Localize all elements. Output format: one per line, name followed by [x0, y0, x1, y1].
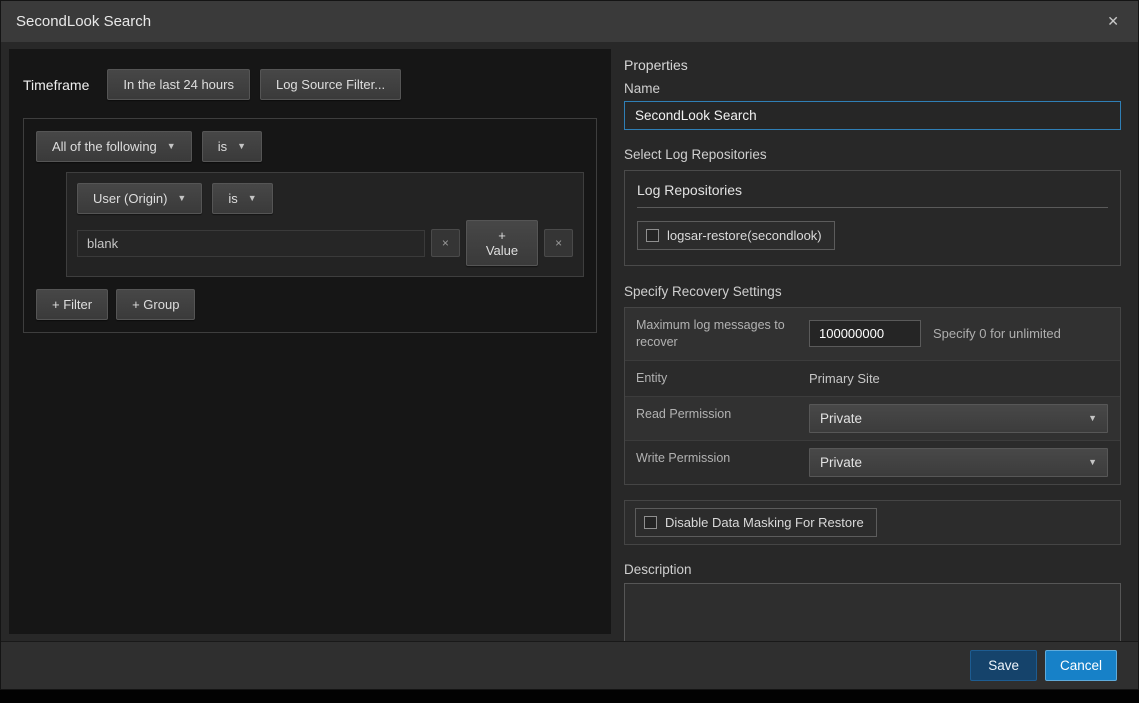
timeframe-label: Timeframe — [23, 77, 89, 93]
disable-data-masking-label: Disable Data Masking For Restore — [665, 515, 864, 530]
close-icon[interactable]: ✕ — [1103, 11, 1123, 32]
description-label: Description — [624, 562, 1121, 577]
checkbox-icon[interactable] — [644, 516, 657, 529]
filter-condition-dropdown[interactable]: is ▼ — [212, 183, 272, 214]
max-messages-row: Maximum log messages to recover Specify … — [625, 308, 1120, 361]
entity-row: Entity Primary Site — [625, 361, 1120, 397]
group-operator-dropdown[interactable]: All of the following ▼ — [36, 131, 192, 162]
dialog-title: SecondLook Search — [16, 13, 151, 30]
repository-checkbox-item[interactable]: logsar-restore(secondlook) — [637, 221, 835, 250]
disable-data-masking-checkbox-item[interactable]: Disable Data Masking For Restore — [635, 508, 877, 537]
timeframe-row: Timeframe In the last 24 hours Log Sourc… — [23, 69, 597, 100]
filter-condition-label: is — [228, 191, 237, 206]
log-repositories-box: Log Repositories logsar-restore(secondlo… — [624, 170, 1121, 266]
name-input[interactable] — [624, 101, 1121, 130]
repository-item-label: logsar-restore(secondlook) — [667, 228, 822, 243]
add-value-button[interactable]: + Value — [466, 220, 538, 266]
write-permission-row: Write Permission Private ▼ — [625, 441, 1120, 484]
group-operator-label: All of the following — [52, 139, 157, 154]
filter-field-dropdown[interactable]: User (Origin) ▼ — [77, 183, 202, 214]
secondlook-search-dialog: SecondLook Search ✕ Timeframe In the las… — [0, 0, 1139, 690]
chevron-down-icon: ▼ — [248, 194, 257, 203]
name-label: Name — [624, 81, 1121, 96]
filter-value-row: × + Value × — [77, 220, 573, 266]
read-permission-label: Read Permission — [625, 397, 797, 440]
select-repositories-label: Select Log Repositories — [624, 147, 1121, 162]
chevron-down-icon: ▼ — [1088, 458, 1097, 467]
checkbox-icon[interactable] — [646, 229, 659, 242]
chevron-down-icon: ▼ — [167, 142, 176, 151]
recovery-settings-label: Specify Recovery Settings — [624, 284, 1121, 299]
chevron-down-icon: ▼ — [237, 142, 246, 151]
write-permission-value: Private — [820, 455, 862, 470]
remove-value-button[interactable]: × — [431, 229, 460, 257]
query-builder-panel: Timeframe In the last 24 hours Log Sourc… — [9, 49, 611, 634]
group-condition-label: is — [218, 139, 227, 154]
group-condition-dropdown[interactable]: is ▼ — [202, 131, 262, 162]
footer-bar: Save Cancel — [1, 641, 1138, 689]
read-permission-dropdown[interactable]: Private ▼ — [809, 404, 1108, 433]
write-permission-label: Write Permission — [625, 441, 797, 484]
timeframe-button[interactable]: In the last 24 hours — [107, 69, 250, 100]
add-group-button[interactable]: + Group — [116, 289, 195, 320]
filter-field-label: User (Origin) — [93, 191, 167, 206]
description-textarea[interactable] — [624, 583, 1121, 641]
chevron-down-icon: ▼ — [177, 194, 186, 203]
chevron-down-icon: ▼ — [1088, 414, 1097, 423]
filter-value-input[interactable] — [77, 230, 425, 257]
log-repositories-title: Log Repositories — [637, 182, 1108, 208]
filter-item-box: User (Origin) ▼ is ▼ × + Value × — [66, 172, 584, 277]
save-button[interactable]: Save — [970, 650, 1037, 681]
read-permission-row: Read Permission Private ▼ — [625, 397, 1120, 441]
title-bar: SecondLook Search ✕ — [1, 1, 1138, 42]
add-buttons-row: + Filter + Group — [36, 289, 584, 320]
group-operator-row: All of the following ▼ is ▼ — [36, 131, 584, 162]
recovery-settings-table: Maximum log messages to recover Specify … — [624, 307, 1121, 485]
max-messages-input[interactable] — [809, 320, 921, 347]
remove-filter-button[interactable]: × — [544, 229, 573, 257]
max-messages-value-cell: Specify 0 for unlimited — [797, 308, 1120, 360]
read-permission-value: Private — [820, 411, 862, 426]
entity-value: Primary Site — [809, 371, 880, 386]
properties-panel: Properties Name Select Log Repositories … — [611, 49, 1130, 634]
max-messages-label: Maximum log messages to recover — [625, 308, 797, 360]
filter-field-row: User (Origin) ▼ is ▼ — [77, 183, 573, 214]
dialog-body: Timeframe In the last 24 hours Log Sourc… — [1, 42, 1138, 641]
write-permission-dropdown[interactable]: Private ▼ — [809, 448, 1108, 477]
log-source-filter-button[interactable]: Log Source Filter... — [260, 69, 401, 100]
cancel-button[interactable]: Cancel — [1045, 650, 1117, 681]
entity-label: Entity — [625, 361, 797, 396]
data-masking-box: Disable Data Masking For Restore — [624, 500, 1121, 545]
add-filter-button[interactable]: + Filter — [36, 289, 108, 320]
max-messages-hint: Specify 0 for unlimited — [933, 326, 1061, 341]
properties-section-label: Properties — [624, 57, 1121, 73]
filter-group-box: All of the following ▼ is ▼ User (Origin… — [23, 118, 597, 333]
